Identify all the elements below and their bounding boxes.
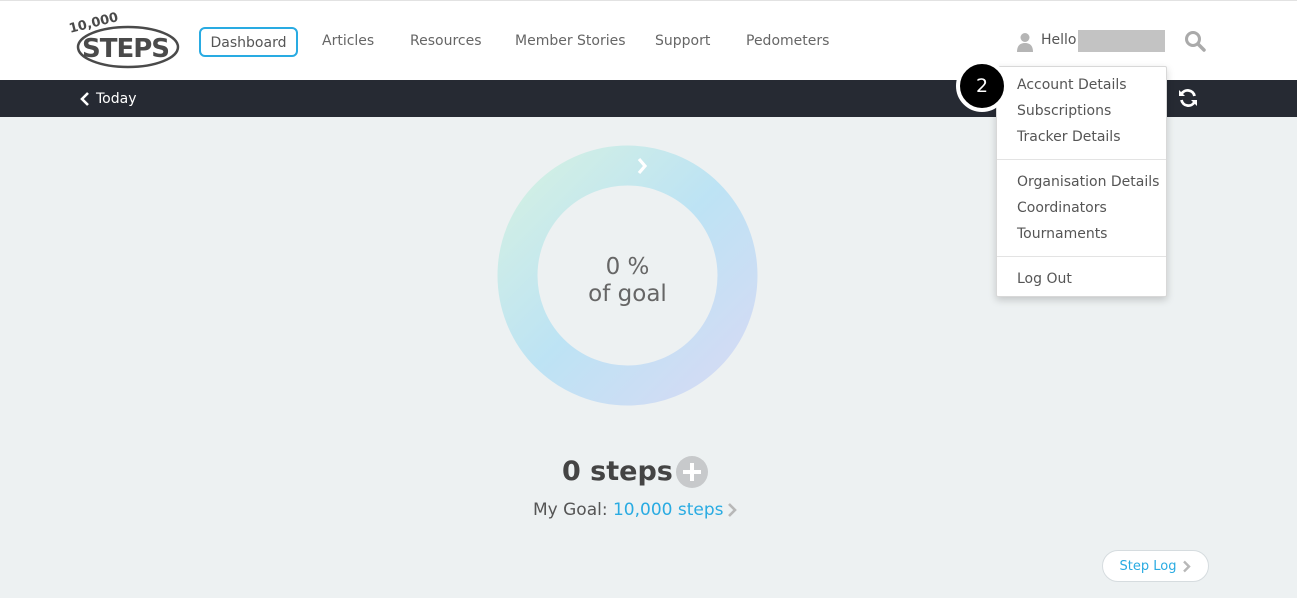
menu-tournaments[interactable]: Tournaments <box>1017 226 1107 242</box>
menu-log-out[interactable]: Log Out <box>1017 271 1072 287</box>
menu-coordinators[interactable]: Coordinators <box>1017 200 1107 216</box>
menu-divider <box>997 159 1166 160</box>
hello-greeting[interactable]: Hello <box>1041 32 1077 48</box>
goal-line: My Goal: 10,000 steps <box>533 500 724 520</box>
chevron-right-icon <box>1183 560 1192 572</box>
today-label: Today <box>96 90 137 107</box>
user-icon[interactable] <box>1016 32 1034 52</box>
goal-label: My Goal: <box>533 500 608 520</box>
nav-support[interactable]: Support <box>655 27 710 57</box>
add-steps-icon[interactable] <box>676 456 708 488</box>
redacted-username[interactable] <box>1078 30 1165 52</box>
step-log-button[interactable]: Step Log <box>1102 550 1209 582</box>
logo-text-main: STEPS <box>82 34 170 64</box>
step-count: 0 steps <box>562 456 673 487</box>
nav-pedometers[interactable]: Pedometers <box>746 27 829 57</box>
menu-subscriptions[interactable]: Subscriptions <box>1017 103 1111 119</box>
goal-value-link[interactable]: 10,000 steps <box>613 500 724 520</box>
nav-articles[interactable]: Articles <box>322 27 374 57</box>
10000-steps-logo[interactable]: 10,000 STEPS <box>68 11 180 71</box>
goal-percent: 0 % of goal <box>497 254 758 308</box>
nav-resources[interactable]: Resources <box>410 27 482 57</box>
back-today-link[interactable]: Today <box>80 80 137 117</box>
account-dropdown-menu: Account Details Subscriptions Tracker De… <box>996 66 1167 297</box>
goal-percent-value: 0 % <box>605 254 650 280</box>
step-badge: 2 <box>956 60 1008 112</box>
menu-account-details[interactable]: Account Details <box>1017 77 1127 93</box>
sync-icon[interactable] <box>1178 88 1198 108</box>
goal-percent-label: of goal <box>588 281 667 307</box>
nav-member-stories[interactable]: Member Stories <box>515 27 626 57</box>
menu-divider <box>997 256 1166 257</box>
search-icon[interactable] <box>1184 30 1206 52</box>
step-log-label: Step Log <box>1119 558 1177 574</box>
menu-organisation-details[interactable]: Organisation Details <box>1017 174 1159 190</box>
chevron-right-icon[interactable] <box>726 502 738 518</box>
chevron-left-icon <box>80 91 89 106</box>
menu-tracker-details[interactable]: Tracker Details <box>1017 129 1121 145</box>
nav-dashboard[interactable]: Dashboard <box>199 27 298 57</box>
